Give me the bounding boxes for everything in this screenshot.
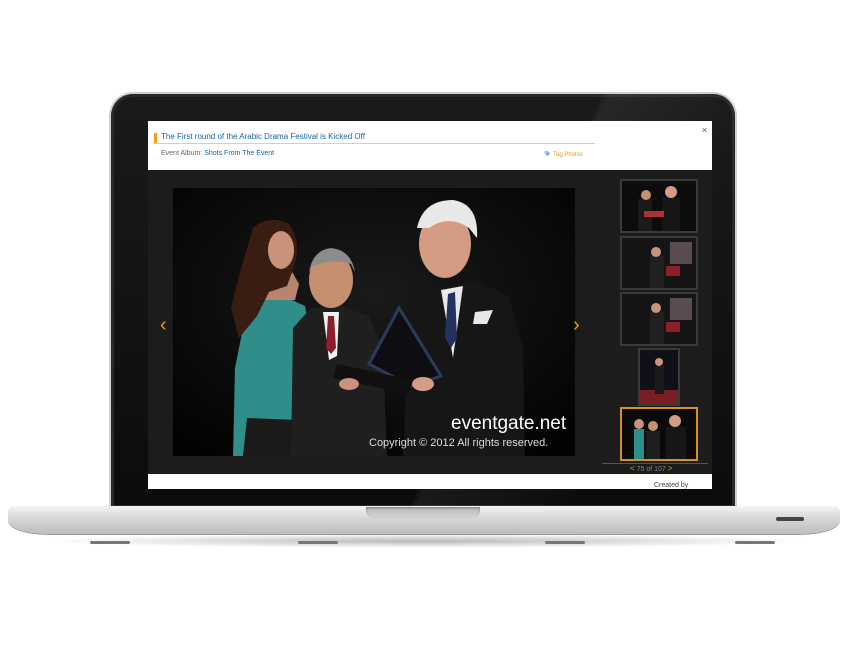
- tag-photos-button[interactable]: Tag Photos: [544, 150, 583, 158]
- thumbnail-image: [622, 238, 696, 288]
- thumbnail-image: [622, 294, 696, 344]
- photo-pager: < 75 of 107 >: [630, 464, 672, 473]
- album-title-link[interactable]: The First round of the Arabic Drama Fest…: [161, 132, 365, 141]
- event-album-link[interactable]: Shots From The Event: [204, 150, 274, 157]
- watermark-copyright: Copyright © 2012 All rights reserved.: [369, 437, 548, 449]
- thumbnail[interactable]: [638, 348, 680, 406]
- thumbnail-image: [622, 409, 696, 459]
- photo-counter: 75 of 107: [636, 466, 666, 473]
- tag-photos-label: Tag Photos: [553, 152, 584, 158]
- previous-photo-button[interactable]: ‹: [160, 315, 167, 335]
- thumbnail[interactable]: [620, 236, 698, 290]
- photo-illustration: eventgate.net Copyright © 2012 All right…: [173, 188, 575, 456]
- laptop-foot: [90, 541, 130, 544]
- thumbnail[interactable]: [620, 179, 698, 233]
- laptop-screen: The First round of the Arabic Drama Fest…: [148, 121, 712, 489]
- laptop-foot: [298, 541, 338, 544]
- thumbnail-active[interactable]: [620, 407, 698, 461]
- laptop-shadow: [40, 534, 810, 548]
- title-divider: [153, 143, 595, 144]
- event-album-label: Event Album:: [161, 150, 203, 157]
- laptop-foot: [735, 541, 775, 544]
- event-album-row: Event Album: Shots From The Event: [161, 150, 274, 157]
- created-by-label: Created by: [654, 482, 689, 489]
- thumbnail-image: [640, 350, 678, 404]
- main-photo[interactable]: eventgate.net Copyright © 2012 All right…: [173, 188, 575, 456]
- laptop-led: [776, 517, 804, 521]
- pager-next-button[interactable]: >: [668, 464, 673, 473]
- pager-prev-button[interactable]: <: [630, 464, 635, 473]
- thumbnail-image: [622, 181, 696, 231]
- close-button[interactable]: ×: [702, 125, 707, 135]
- next-photo-button[interactable]: ›: [573, 315, 580, 335]
- watermark-site: eventgate.net: [451, 413, 567, 434]
- laptop-notch: [366, 507, 480, 518]
- gallery-footer: Created by: [148, 474, 712, 489]
- tag-icon: [544, 150, 551, 157]
- thumbnail[interactable]: [620, 292, 698, 346]
- laptop-foot: [545, 541, 585, 544]
- gallery-header: The First round of the Arabic Drama Fest…: [148, 121, 712, 170]
- title-accent-bar: [154, 133, 157, 143]
- photo-viewer: ‹ eventgate.net Copyright © 2012 All rig…: [148, 170, 712, 474]
